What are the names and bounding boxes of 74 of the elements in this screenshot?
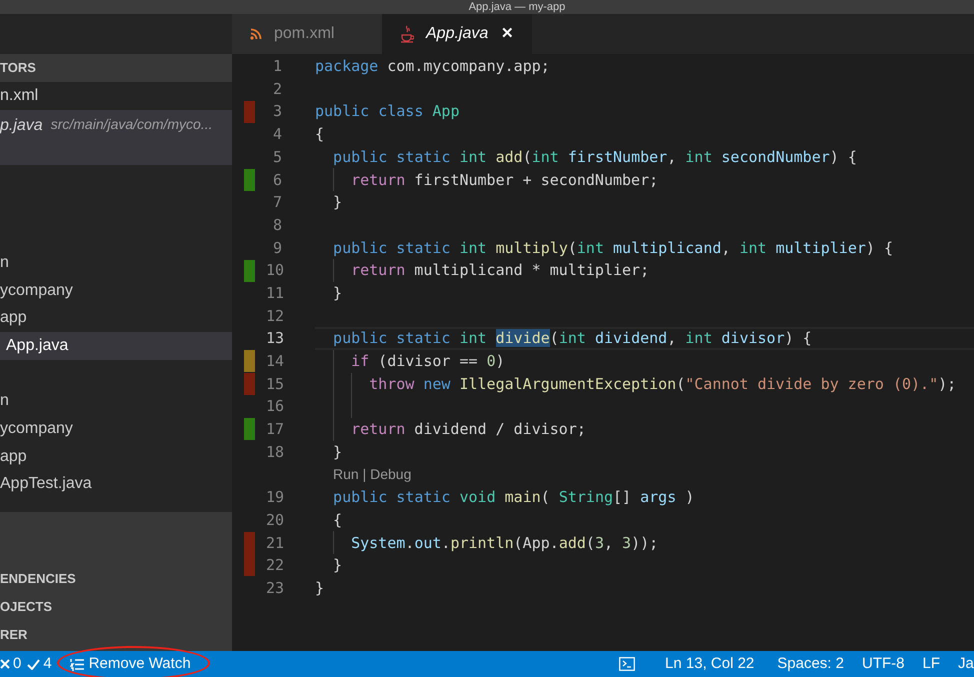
tree-item[interactable]: AppTest.java bbox=[0, 470, 232, 498]
line-number: 3 bbox=[272, 101, 282, 122]
line-number: 20 bbox=[266, 510, 282, 531]
tree-item[interactable]: ycompany bbox=[0, 276, 232, 304]
cursor-position[interactable]: Ln 13, Col 22 bbox=[665, 652, 754, 676]
code-line: public static int multiply(int multiplicand, int multiplier) { bbox=[333, 238, 893, 259]
code-line: package com.mycompany.app; bbox=[315, 56, 550, 78]
check-icon bbox=[27, 658, 40, 670]
code-line: public static int add(int firstNumber, int secondNumber) { bbox=[333, 146, 857, 168]
code-line: public class App bbox=[315, 101, 460, 122]
section-header[interactable]: ENDENCIES bbox=[0, 565, 232, 593]
indentation-status[interactable]: Spaces: 2 bbox=[777, 652, 844, 676]
code-line: return multiplicand * multiplier; bbox=[351, 260, 650, 282]
numbered-list-icon bbox=[70, 658, 84, 670]
line-number: 16 bbox=[266, 396, 282, 418]
tree-item[interactable]: n bbox=[0, 249, 232, 277]
terminal-icon[interactable] bbox=[619, 657, 636, 671]
code-line: throw new IllegalArgumentException("Cannot divide by zero (0)."); bbox=[369, 374, 956, 395]
remove-watch-button[interactable]: Remove Watch bbox=[70, 652, 191, 676]
line-number: 14 bbox=[266, 351, 282, 372]
code-line: } bbox=[333, 442, 342, 463]
error-icon bbox=[0, 659, 10, 669]
line-number: 19 bbox=[266, 487, 282, 508]
line-number: 10 bbox=[266, 260, 282, 282]
line-number: 22 bbox=[266, 555, 282, 576]
line-number: 23 bbox=[266, 578, 282, 599]
code-line: { bbox=[315, 124, 324, 146]
line-number: 17 bbox=[266, 419, 282, 440]
code-line: } bbox=[333, 555, 342, 576]
code-line: } bbox=[333, 282, 342, 304]
section-header[interactable]: TORS bbox=[0, 54, 232, 82]
line-number: 21 bbox=[266, 532, 282, 554]
line-number: 2 bbox=[272, 78, 282, 100]
tree-item[interactable]: App.java bbox=[0, 332, 232, 360]
codelens-link[interactable]: Run | Debug bbox=[333, 464, 412, 486]
encoding-status[interactable]: UTF-8 bbox=[862, 652, 904, 676]
line-number: 8 bbox=[272, 214, 282, 236]
line-number: 13 bbox=[266, 328, 282, 350]
check-count[interactable]: 4 bbox=[27, 652, 52, 676]
tree-item[interactable]: app bbox=[0, 442, 232, 470]
section-header[interactable]: RER bbox=[0, 621, 232, 649]
line-number: 12 bbox=[266, 306, 282, 327]
code-line: if (divisor == 0) bbox=[351, 351, 505, 372]
code-line: } bbox=[333, 192, 342, 214]
line-number: 11 bbox=[266, 282, 282, 304]
coffee-cup-icon bbox=[400, 25, 414, 43]
line-number: 6 bbox=[272, 170, 282, 191]
close-icon[interactable]: ✕ bbox=[501, 22, 514, 46]
editor-tab[interactable]: App.java ✕ bbox=[382, 14, 532, 54]
editor-tab[interactable]: pom.xml bbox=[232, 14, 382, 54]
line-number: 5 bbox=[272, 146, 282, 168]
code-line: System.out.println(App.add(3, 3)); bbox=[351, 532, 658, 554]
tree-item[interactable]: ycompany bbox=[0, 415, 232, 443]
rss-icon bbox=[250, 28, 262, 40]
tree-item[interactable]: app bbox=[0, 304, 232, 332]
code-line: public static void main( String[] args ) bbox=[333, 487, 694, 508]
line-number: 18 bbox=[266, 442, 282, 463]
code-line: return firstNumber + secondNumber; bbox=[351, 170, 658, 191]
language-status[interactable]: Ja bbox=[958, 652, 974, 676]
line-ending-status[interactable]: LF bbox=[922, 652, 940, 676]
code-line: public static int divide(int dividend, int divisor) { bbox=[333, 328, 812, 350]
line-number: 9 bbox=[272, 238, 282, 259]
window-title: App.java — my-app bbox=[468, 1, 566, 13]
section-header[interactable]: OJECTS bbox=[0, 593, 232, 621]
code-line: return dividend / divisor; bbox=[351, 419, 586, 440]
line-number: 7 bbox=[272, 192, 282, 214]
error-count[interactable]: 0 bbox=[0, 652, 22, 676]
open-editor-item[interactable]: n.xml bbox=[0, 82, 232, 110]
line-number: 15 bbox=[266, 374, 282, 395]
tree-item[interactable]: n bbox=[0, 387, 232, 416]
line-number: 4 bbox=[272, 124, 282, 146]
line-number: 1 bbox=[272, 56, 282, 78]
code-line: } bbox=[315, 578, 324, 599]
code-line: { bbox=[333, 510, 342, 531]
